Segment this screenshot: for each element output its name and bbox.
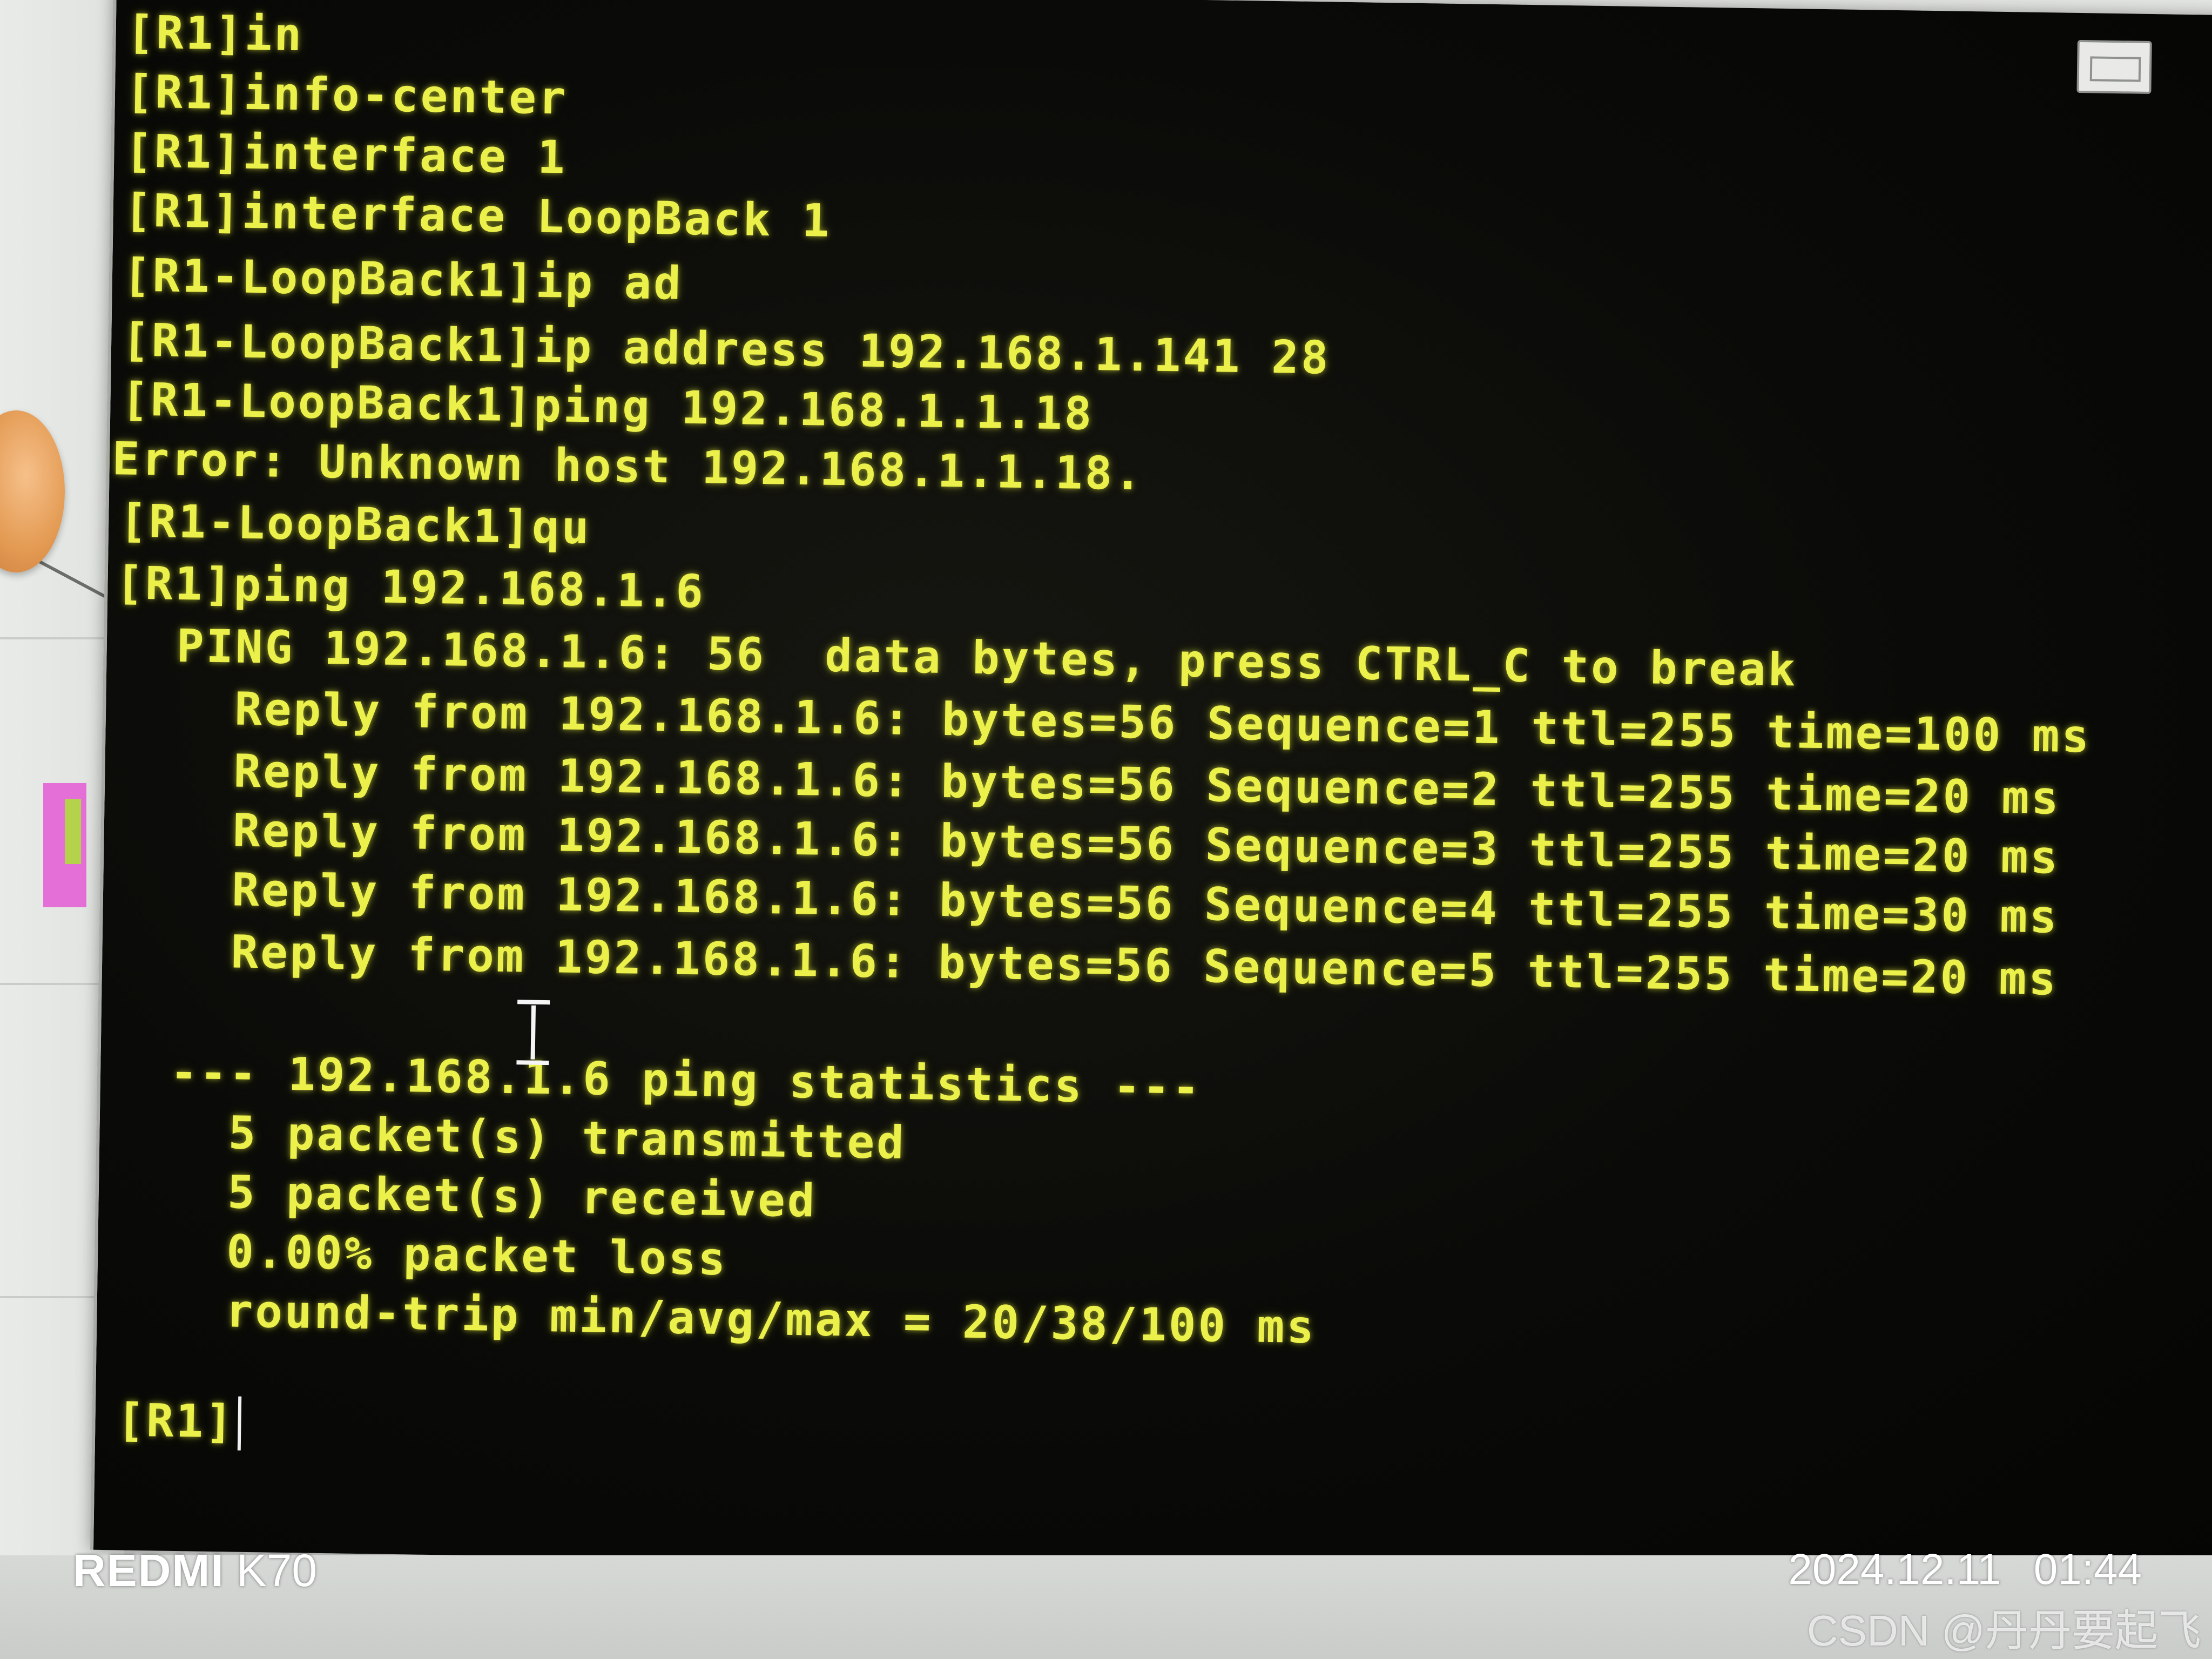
text-cursor-icon bbox=[516, 1000, 550, 1065]
ping-statistics-line: 5 packet(s) received bbox=[109, 1164, 818, 1228]
photo-date: 2024.12.11 bbox=[1788, 1545, 2001, 1593]
photo-timestamp: 2024.12.11 01:44 bbox=[1788, 1545, 2142, 1594]
source-watermark: CSDN @丹丹要起飞 bbox=[1806, 1607, 2201, 1655]
terminal-line: [R1]interface 1 bbox=[124, 124, 568, 184]
terminal-line: [R1-LoopBack1]ip ad bbox=[123, 248, 684, 310]
photo-time: 01:44 bbox=[2033, 1545, 2142, 1593]
terminal-line: [R1]interface LoopBack 1 bbox=[124, 184, 832, 247]
photo-of-screen: [R1]in [R1]info-center [R1]interface 1 [… bbox=[0, 0, 2212, 1659]
terminal-line: [R1]in bbox=[126, 5, 304, 62]
terminal-line: [R1-LoopBack1]qu bbox=[119, 494, 592, 555]
terminal-line: [R1-LoopBack1]ping 192.168.1.1.18 bbox=[120, 373, 1095, 441]
camera-watermark: REDMI K70 bbox=[73, 1545, 317, 1597]
device-node-port bbox=[65, 799, 81, 864]
error-line: Error: Unknown host 192.168.1.1.18. bbox=[112, 432, 1144, 501]
ping-statistics-title: --- 192.168.1.6 ping statistics --- bbox=[111, 1045, 1202, 1115]
terminal-line: [R1]ping 192.168.1.6 bbox=[115, 556, 706, 618]
input-caret bbox=[237, 1396, 242, 1451]
ping-statistics-line: 0.00% packet loss bbox=[108, 1223, 728, 1286]
ping-statistics-line: round-trip min/avg/max = 20/38/100 ms bbox=[107, 1283, 1317, 1354]
camera-model-label: K70 bbox=[236, 1545, 318, 1596]
camera-brand-label: REDMI bbox=[73, 1545, 225, 1596]
terminal-output[interactable]: [R1]in [R1]info-center [R1]interface 1 [… bbox=[112, 0, 2180, 1448]
terminal-line: [R1-LoopBack1]ip address 192.168.1.141 2… bbox=[122, 313, 1331, 385]
command-prompt[interactable]: [R1] bbox=[117, 1393, 235, 1448]
terminal-window[interactable]: [R1]in [R1]info-center [R1]interface 1 [… bbox=[90, 0, 2212, 1582]
ping-statistics-line: 5 packet(s) transmitted bbox=[110, 1104, 907, 1170]
maximize-icon[interactable] bbox=[2076, 39, 2152, 94]
terminal-line: [R1]info-center bbox=[125, 65, 569, 125]
